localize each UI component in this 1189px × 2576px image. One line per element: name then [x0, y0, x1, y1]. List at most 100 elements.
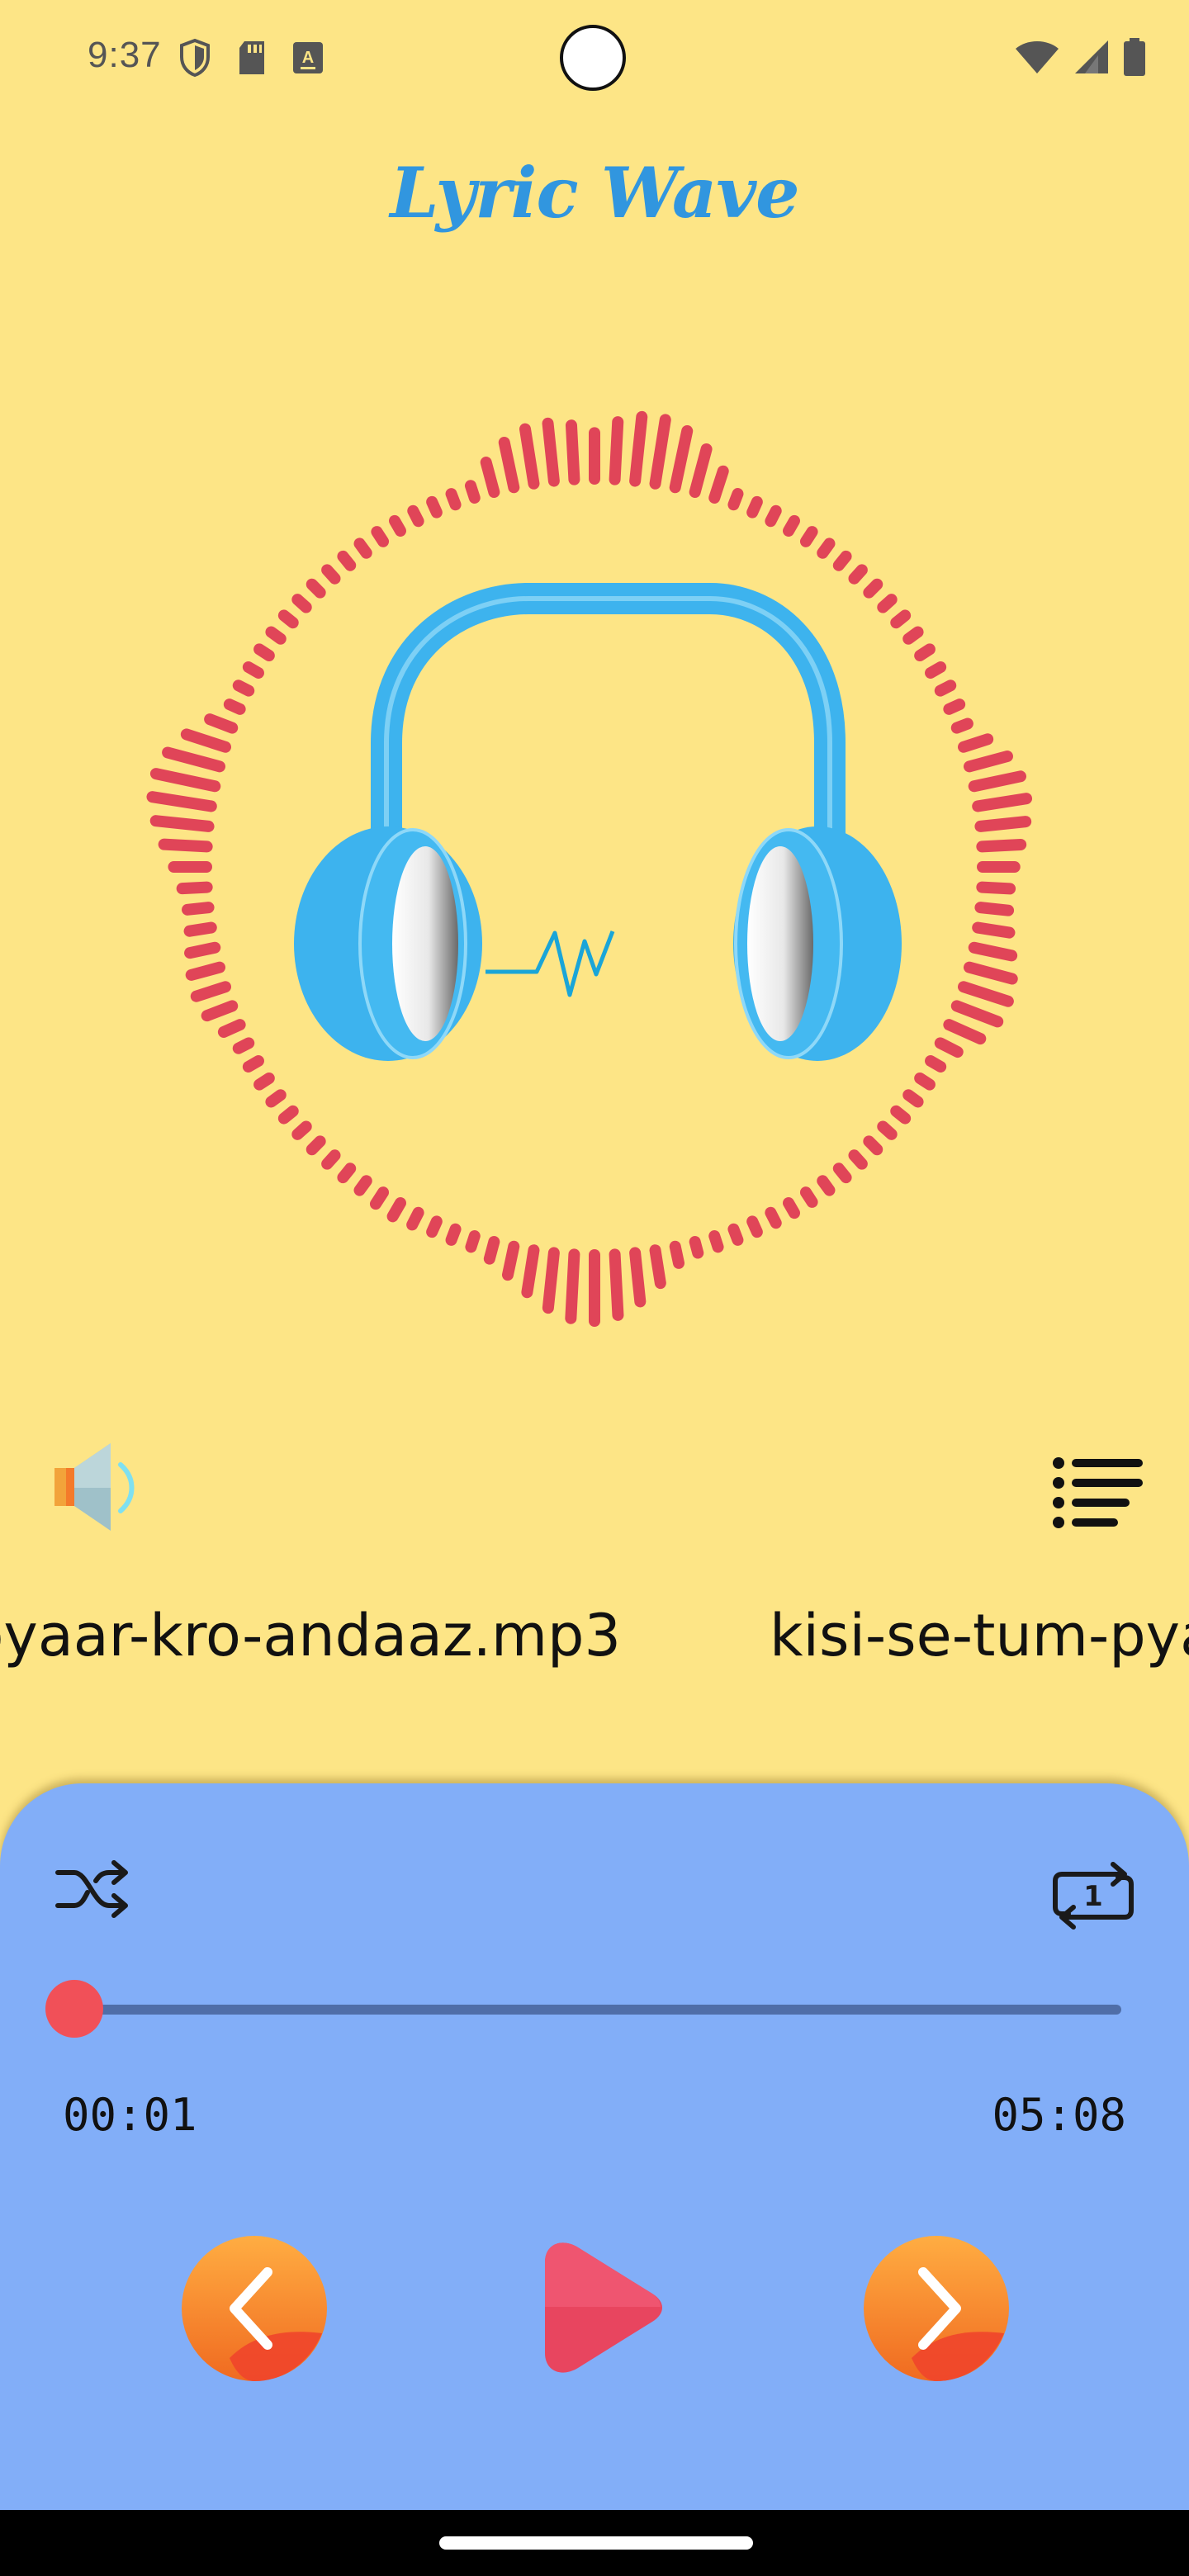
previous-button[interactable] — [180, 2234, 329, 2383]
visualizer-bar — [746, 495, 763, 519]
visualizer-bar — [877, 594, 898, 613]
status-time: 9:37 — [88, 35, 162, 75]
visualizer-bar — [957, 981, 1014, 1007]
visualizer-bar — [943, 1019, 987, 1045]
audio-visualizer — [0, 314, 1189, 1420]
visualizer-bar — [353, 1175, 372, 1196]
keyboard-a-icon: A — [292, 41, 324, 78]
visualizer-bar — [465, 1229, 481, 1253]
visualizer-bar — [480, 457, 500, 499]
visualizer-bar — [242, 661, 264, 679]
visualizer-bar — [190, 981, 232, 1002]
visualizer-bar — [783, 514, 800, 537]
visualizer-bar — [649, 1244, 666, 1290]
visualizer-bar — [783, 1197, 800, 1219]
visualizer-bar — [877, 1120, 898, 1140]
next-song-title[interactable]: kisi-se-tum-pyar-karo.mp3 — [770, 1602, 1189, 1669]
visualizer-bar — [149, 768, 221, 793]
play-button[interactable] — [528, 2237, 669, 2378]
visualizer-bar — [146, 791, 217, 812]
app-title: Lyric Wave — [390, 152, 799, 234]
play-icon — [545, 2242, 662, 2373]
visualizer-bar — [689, 443, 713, 499]
visualizer-bar — [542, 417, 560, 487]
visualizer-bar — [957, 733, 994, 753]
visualizer-bar — [149, 815, 215, 832]
visualizer-bar — [669, 425, 694, 494]
visualizer-bar — [902, 626, 924, 645]
visualizer-bar — [832, 1163, 852, 1184]
sd-card-icon — [236, 40, 268, 79]
visualizer-bar — [765, 504, 782, 528]
current-song-title[interactable]: pyaar-kro-andaaz.mp3 — [0, 1602, 621, 1669]
visualizer-bar — [914, 1072, 936, 1091]
visualizer-bar — [968, 941, 1018, 962]
wifi-icon — [1014, 39, 1060, 78]
status-bar: 9:37 A — [0, 0, 1189, 116]
visualizer-bar — [934, 1037, 964, 1058]
playlist-button[interactable] — [1047, 1448, 1146, 1531]
visualizer-bar — [217, 1019, 246, 1038]
visualizer-bar — [817, 537, 836, 559]
status-left-icons: A — [178, 38, 324, 81]
visualizer-bar — [943, 698, 966, 715]
visualizer-bar — [321, 1149, 341, 1170]
visualizer-bar — [445, 488, 462, 511]
visualizer-bar — [426, 1215, 443, 1238]
visualizer-bar — [972, 793, 1033, 812]
shuffle-button[interactable] — [53, 1849, 132, 1929]
visualizer-bar — [277, 609, 299, 629]
visualizer-bar — [265, 626, 287, 645]
volume-button[interactable] — [46, 1437, 145, 1536]
song-marquee[interactable]: pyaar-kro-andaaz.mp3 kisi-se-tum-pyar-ka… — [0, 1602, 1189, 1684]
visualizer-bar — [609, 1248, 624, 1321]
visualizer-bar — [708, 465, 729, 504]
visualizer-bar — [963, 961, 1018, 985]
visualizer-bar — [689, 1235, 704, 1259]
visualizer-bar — [306, 578, 326, 599]
visualizer-bar — [765, 1206, 782, 1229]
visualizer-bar — [890, 1105, 912, 1125]
headphones-icon — [294, 583, 902, 1061]
visualizer-bar — [521, 1244, 540, 1299]
visualizer-bar — [925, 1055, 947, 1073]
visualizer-bar — [337, 550, 357, 571]
visualizer-bar — [609, 416, 624, 485]
visualizer-bar — [519, 423, 540, 490]
visualizer-bar — [565, 1248, 580, 1324]
svg-text:A: A — [302, 49, 314, 67]
visualizer-bar — [353, 537, 372, 559]
visualizer-bar — [799, 1186, 818, 1208]
next-button[interactable] — [862, 2234, 1011, 2383]
home-handle[interactable] — [439, 2536, 753, 2550]
playlist-menu-icon — [1053, 1457, 1143, 1528]
seek-thumb[interactable] — [45, 1980, 103, 2038]
chevron-right-icon — [864, 2236, 1009, 2381]
visualizer-bar — [708, 1229, 724, 1253]
visualizer-bar — [950, 1000, 1004, 1028]
seek-bar[interactable] — [71, 2005, 1121, 2015]
visualizer-bar — [976, 838, 1027, 853]
visualizer-bar — [184, 941, 221, 959]
visualizer-bar — [185, 961, 226, 981]
speaker-volume-icon — [54, 1443, 135, 1531]
visualizer-bar — [483, 1235, 500, 1265]
visualizer-bar — [162, 746, 226, 773]
visualizer-bar — [180, 728, 232, 753]
visualizer-bar — [369, 1186, 390, 1210]
visualizer-bar — [968, 770, 1026, 793]
shuffle-icon — [55, 1860, 128, 1918]
elapsed-time: 00:01 — [63, 2089, 197, 2141]
repeat-one-button[interactable]: 1 — [1050, 1853, 1136, 1939]
camera-cutout — [560, 25, 626, 91]
visualizer-bar — [306, 1135, 326, 1156]
marquee-track: pyaar-kro-andaaz.mp3 kisi-se-tum-pyar-ka… — [0, 1602, 1189, 1669]
visualizer-bar — [337, 1163, 357, 1184]
signal-icon — [1073, 39, 1110, 78]
visualizer-bar — [799, 526, 818, 547]
visualizer-bar — [232, 680, 255, 697]
visualizer-bar — [182, 902, 215, 916]
visualizer-bar — [848, 564, 868, 585]
visualizer-bar — [291, 1120, 312, 1140]
visualizer-bar — [223, 698, 246, 715]
